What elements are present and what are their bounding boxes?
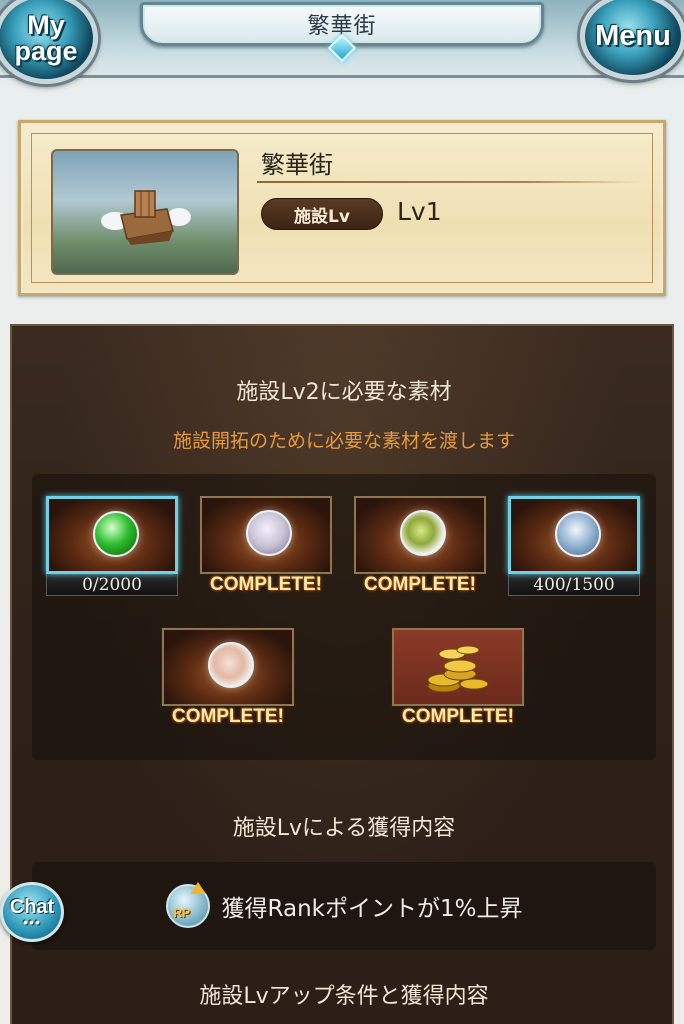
material-frame bbox=[508, 496, 640, 574]
material-status: COMPLETE! bbox=[364, 574, 476, 595]
chat-dots-icon: ••• bbox=[23, 914, 41, 930]
rank-point-icon: RP bbox=[165, 882, 210, 928]
facility-level-value: Lv1 bbox=[397, 197, 442, 226]
up-arrow-icon bbox=[189, 882, 206, 894]
gold-coins-icon bbox=[427, 645, 489, 693]
my-page-label: My page bbox=[14, 10, 78, 66]
facility-level-tag: 施設Lv bbox=[261, 198, 383, 230]
material-item[interactable]: 0/2000 bbox=[46, 496, 178, 596]
divider bbox=[257, 181, 639, 183]
material-item[interactable]: 400/1500 bbox=[508, 496, 640, 596]
leaf-orb-icon bbox=[400, 510, 446, 556]
benefit-text: 獲得Rankポイントが1%上昇 bbox=[221, 896, 523, 922]
rp-badge: RP bbox=[173, 906, 191, 920]
character-orb-icon bbox=[555, 511, 601, 557]
material-frame bbox=[354, 496, 486, 574]
material-item[interactable]: COMPLETE! bbox=[162, 628, 294, 728]
facility-panel: 施設Lv2に必要な素材 施設開拓のために必要な素材を渡します 0/2000 CO… bbox=[10, 324, 674, 1024]
facility-image bbox=[51, 149, 239, 275]
flower-orb-icon bbox=[208, 642, 254, 688]
green-orb-icon bbox=[93, 511, 139, 557]
materials-box: 0/2000 COMPLETE! COMPLETE! 400/1500 COMP… bbox=[32, 474, 656, 760]
material-status: COMPLETE! bbox=[210, 574, 322, 595]
requirements-heading: 施設Lv2に必要な素材 bbox=[12, 374, 676, 406]
conditions-heading: 施設Lvアップ条件と獲得内容 bbox=[12, 978, 676, 1010]
material-item[interactable]: COMPLETE! bbox=[354, 496, 486, 596]
header: 繁華街 My page Menu bbox=[0, 0, 684, 96]
material-count: 400/1500 bbox=[508, 574, 640, 596]
material-frame bbox=[46, 496, 178, 574]
facility-name: 繁華街 bbox=[261, 151, 333, 179]
material-count: 0/2000 bbox=[46, 574, 178, 596]
requirements-subheading: 施設開拓のために必要な素材を渡します bbox=[172, 430, 515, 452]
menu-label: Menu bbox=[595, 19, 671, 52]
material-item[interactable]: COMPLETE! bbox=[200, 496, 332, 596]
material-status: COMPLETE! bbox=[172, 706, 284, 727]
material-frame bbox=[392, 628, 524, 706]
facility-card: 繁華街 施設Lv Lv1 bbox=[18, 120, 666, 296]
material-frame bbox=[162, 628, 294, 706]
character-orb-icon bbox=[246, 510, 292, 556]
material-status: COMPLETE! bbox=[402, 706, 514, 727]
benefits-heading: 施設Lvによる獲得内容 bbox=[12, 810, 676, 842]
airship-icon bbox=[101, 190, 191, 245]
material-item[interactable]: COMPLETE! bbox=[392, 628, 524, 728]
material-frame bbox=[200, 496, 332, 574]
chat-button[interactable]: Chat ••• bbox=[0, 882, 64, 942]
benefit-row: RP 獲得Rankポイントが1%上昇 bbox=[32, 862, 656, 950]
